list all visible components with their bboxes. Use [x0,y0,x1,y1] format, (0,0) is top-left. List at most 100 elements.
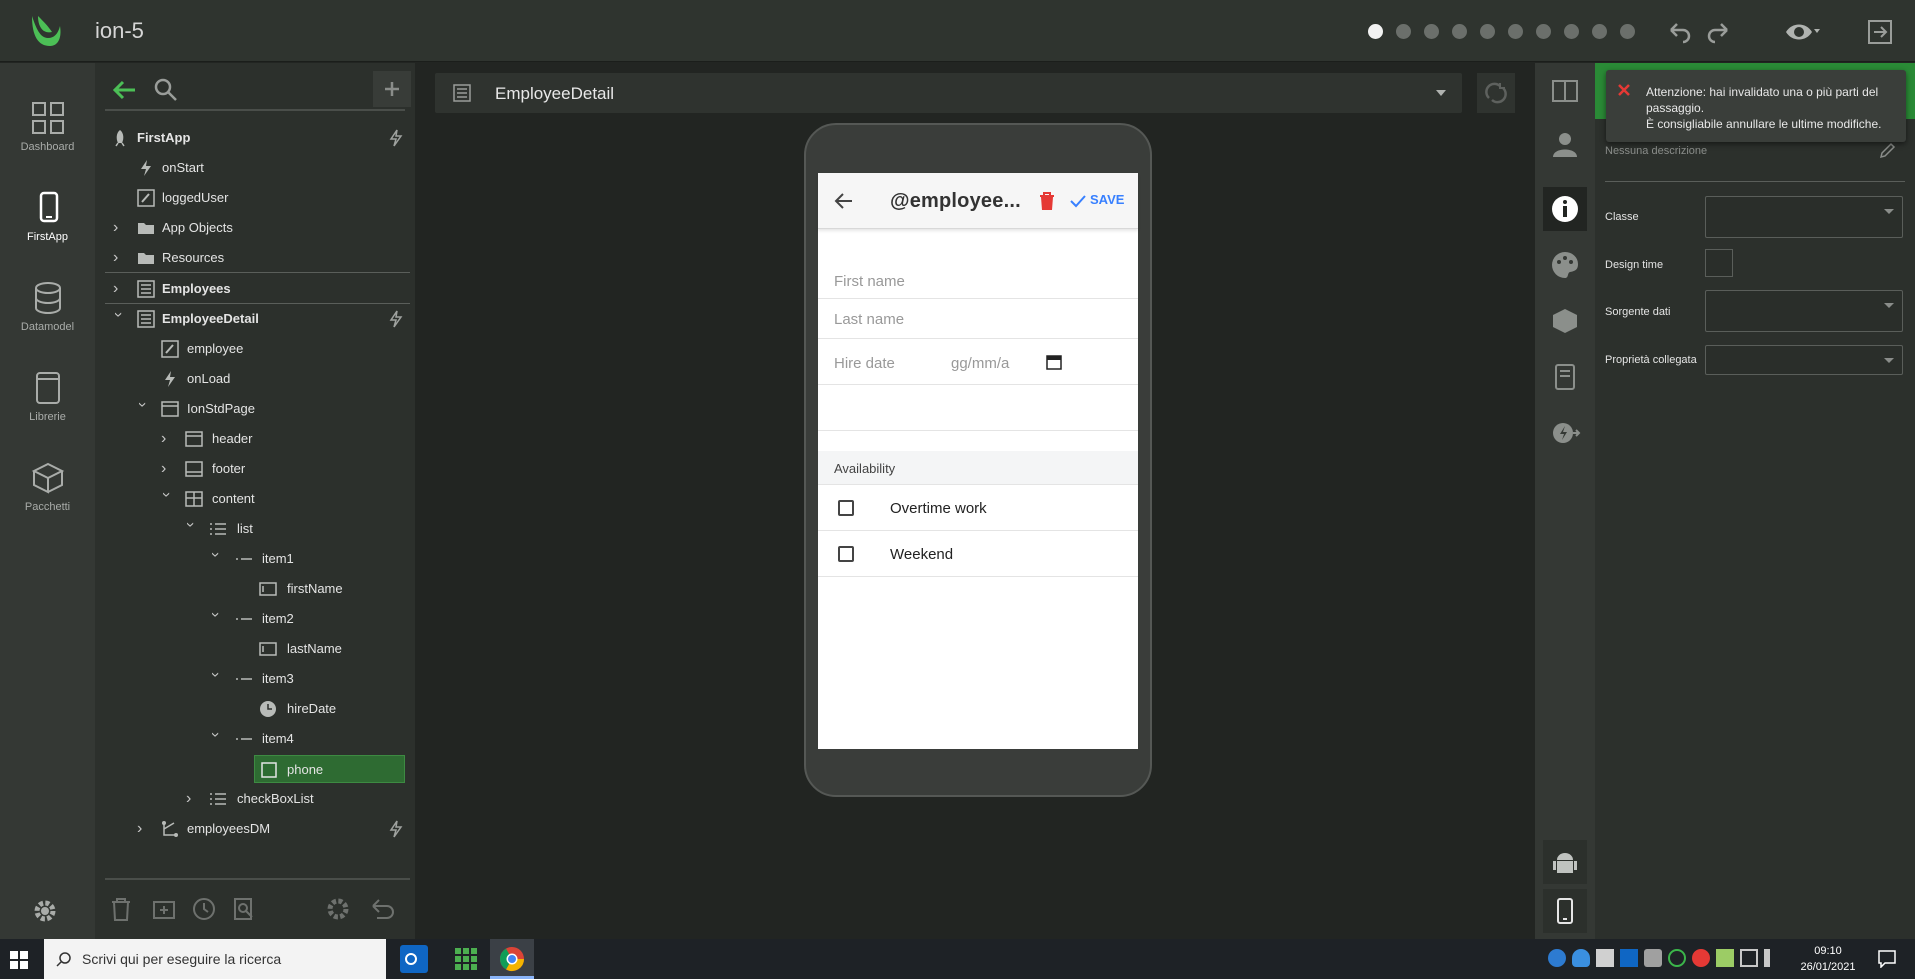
tab-style[interactable] [1543,243,1587,287]
back-arrow-icon[interactable] [834,191,854,211]
chevron-right-icon[interactable]: › [113,249,127,267]
settings-icon[interactable] [325,896,351,922]
tab-package[interactable] [1543,299,1587,343]
chevron-down-icon[interactable]: › [206,552,224,566]
tree-item[interactable]: › content [95,484,415,514]
step-dot[interactable] [1480,24,1495,39]
clock[interactable]: 09:10 26/01/2021 [1795,943,1861,975]
chevron-right-icon[interactable]: › [161,460,175,478]
notification-icon[interactable] [1878,950,1896,968]
windows-start-icon[interactable] [10,951,28,969]
tree-item[interactable]: › Employees [95,274,415,304]
tree-item[interactable]: lastName [95,634,415,664]
checkbox[interactable] [838,546,854,562]
close-x-icon[interactable] [1618,84,1630,96]
checkbox-item[interactable]: Overtime work [818,485,1138,531]
sync-icon[interactable] [1668,949,1686,967]
tree-item[interactable]: › Resources [95,243,415,273]
phone-field[interactable] [818,385,1138,431]
chevron-down-icon[interactable]: › [133,402,151,416]
settings-gear-icon[interactable] [32,898,58,924]
sorgente-select[interactable] [1705,290,1903,332]
tree-item-selected[interactable]: phone [254,755,405,783]
hire-date-field[interactable]: Hire date gg/mm/a [818,339,1138,385]
network-drive-icon[interactable] [1716,949,1734,967]
step-dot[interactable] [1452,24,1467,39]
revert-icon[interactable] [367,896,395,922]
first-name-field[interactable]: First name [818,229,1138,299]
chevron-down-icon[interactable]: › [109,312,127,326]
tree-item[interactable]: FirstApp [95,123,415,153]
edit-pencil-icon[interactable] [1878,142,1896,160]
step-dot[interactable] [1592,24,1607,39]
tree-item[interactable]: › item2 [95,604,415,634]
help-icon[interactable] [1548,949,1566,967]
add-button[interactable] [373,71,411,107]
flash-icon[interactable] [387,820,405,838]
tree-item[interactable]: › list [95,514,415,544]
tree-item[interactable]: › employeesDM [95,814,415,844]
tree-item[interactable]: › checkBoxList [95,784,415,814]
refresh-button[interactable] [1477,73,1515,113]
step-dot[interactable] [1368,24,1383,39]
nav-datamodel[interactable]: Datamodel [0,271,95,361]
tab-android[interactable] [1543,840,1587,884]
last-name-field[interactable]: Last name [818,299,1138,339]
tree-item[interactable]: › header [95,424,415,454]
save-button[interactable]: SAVE [1090,192,1124,207]
nav-dashboard[interactable]: Dashboard [0,91,95,181]
preview-eye-icon[interactable] [1784,18,1820,46]
tree-item[interactable]: › App Objects [95,213,415,243]
calculator-grid-icon[interactable] [452,945,480,973]
classe-select[interactable] [1705,196,1903,238]
step-dot[interactable] [1508,24,1523,39]
tree-item[interactable]: › footer [95,454,415,484]
flash-icon[interactable] [387,310,405,328]
tree-item[interactable]: employee [95,334,415,364]
chevron-right-icon[interactable]: › [186,790,200,808]
chevron-down-icon[interactable]: › [157,492,175,506]
calendar-icon[interactable] [1046,354,1062,370]
chevron-right-icon[interactable]: › [161,430,175,448]
nav-pacchetti[interactable]: Pacchetti [0,451,95,541]
tab-info[interactable] [1543,187,1587,231]
nav-librerie[interactable]: Librerie [0,361,95,451]
tab-user[interactable] [1543,123,1587,167]
step-dot[interactable] [1396,24,1411,39]
step-dot[interactable] [1620,24,1635,39]
trash-icon[interactable] [109,896,133,922]
proprieta-select[interactable] [1705,345,1903,375]
chevron-right-icon[interactable]: › [113,280,127,298]
tree-item[interactable]: › item3 [95,664,415,694]
add-folder-icon[interactable] [150,896,176,922]
tree-item[interactable]: loggedUser [95,183,415,213]
back-arrow-icon[interactable] [111,79,137,101]
chrome-taskbar-button[interactable] [490,939,534,979]
chevron-down-icon[interactable]: › [181,522,199,536]
tree-item[interactable]: onStart [95,153,415,183]
tab-device[interactable] [1543,889,1587,933]
redo-icon[interactable] [1705,18,1733,46]
history-icon[interactable] [191,896,217,922]
hire-date-input[interactable]: gg/mm/a [951,355,1019,372]
chevron-right-icon[interactable]: › [137,820,151,838]
tree-item[interactable]: firstName [95,574,415,604]
taskbar-search[interactable]: Scrivi qui per eseguire la ricerca [44,939,386,979]
logout-icon[interactable] [1866,18,1894,46]
antivirus-icon[interactable] [1692,949,1710,967]
outlook-tray-icon[interactable] [1620,949,1638,967]
onedrive-icon[interactable] [1572,949,1590,967]
nav-firstapp[interactable]: FirstApp [0,181,95,271]
security-icon[interactable] [1596,949,1614,967]
step-dot[interactable] [1564,24,1579,39]
tree-item[interactable]: onLoad [95,364,415,394]
checkbox[interactable] [838,500,854,516]
step-dot[interactable] [1536,24,1551,39]
monitor-icon[interactable] [1740,949,1758,967]
tab-layout[interactable] [1543,69,1587,113]
trash-icon[interactable] [1038,191,1056,211]
volume-muted-icon[interactable] [1764,949,1782,967]
page-select[interactable]: EmployeeDetail [435,73,1462,113]
tree-item[interactable]: › item4 [95,724,415,754]
search-icon[interactable] [153,77,179,103]
